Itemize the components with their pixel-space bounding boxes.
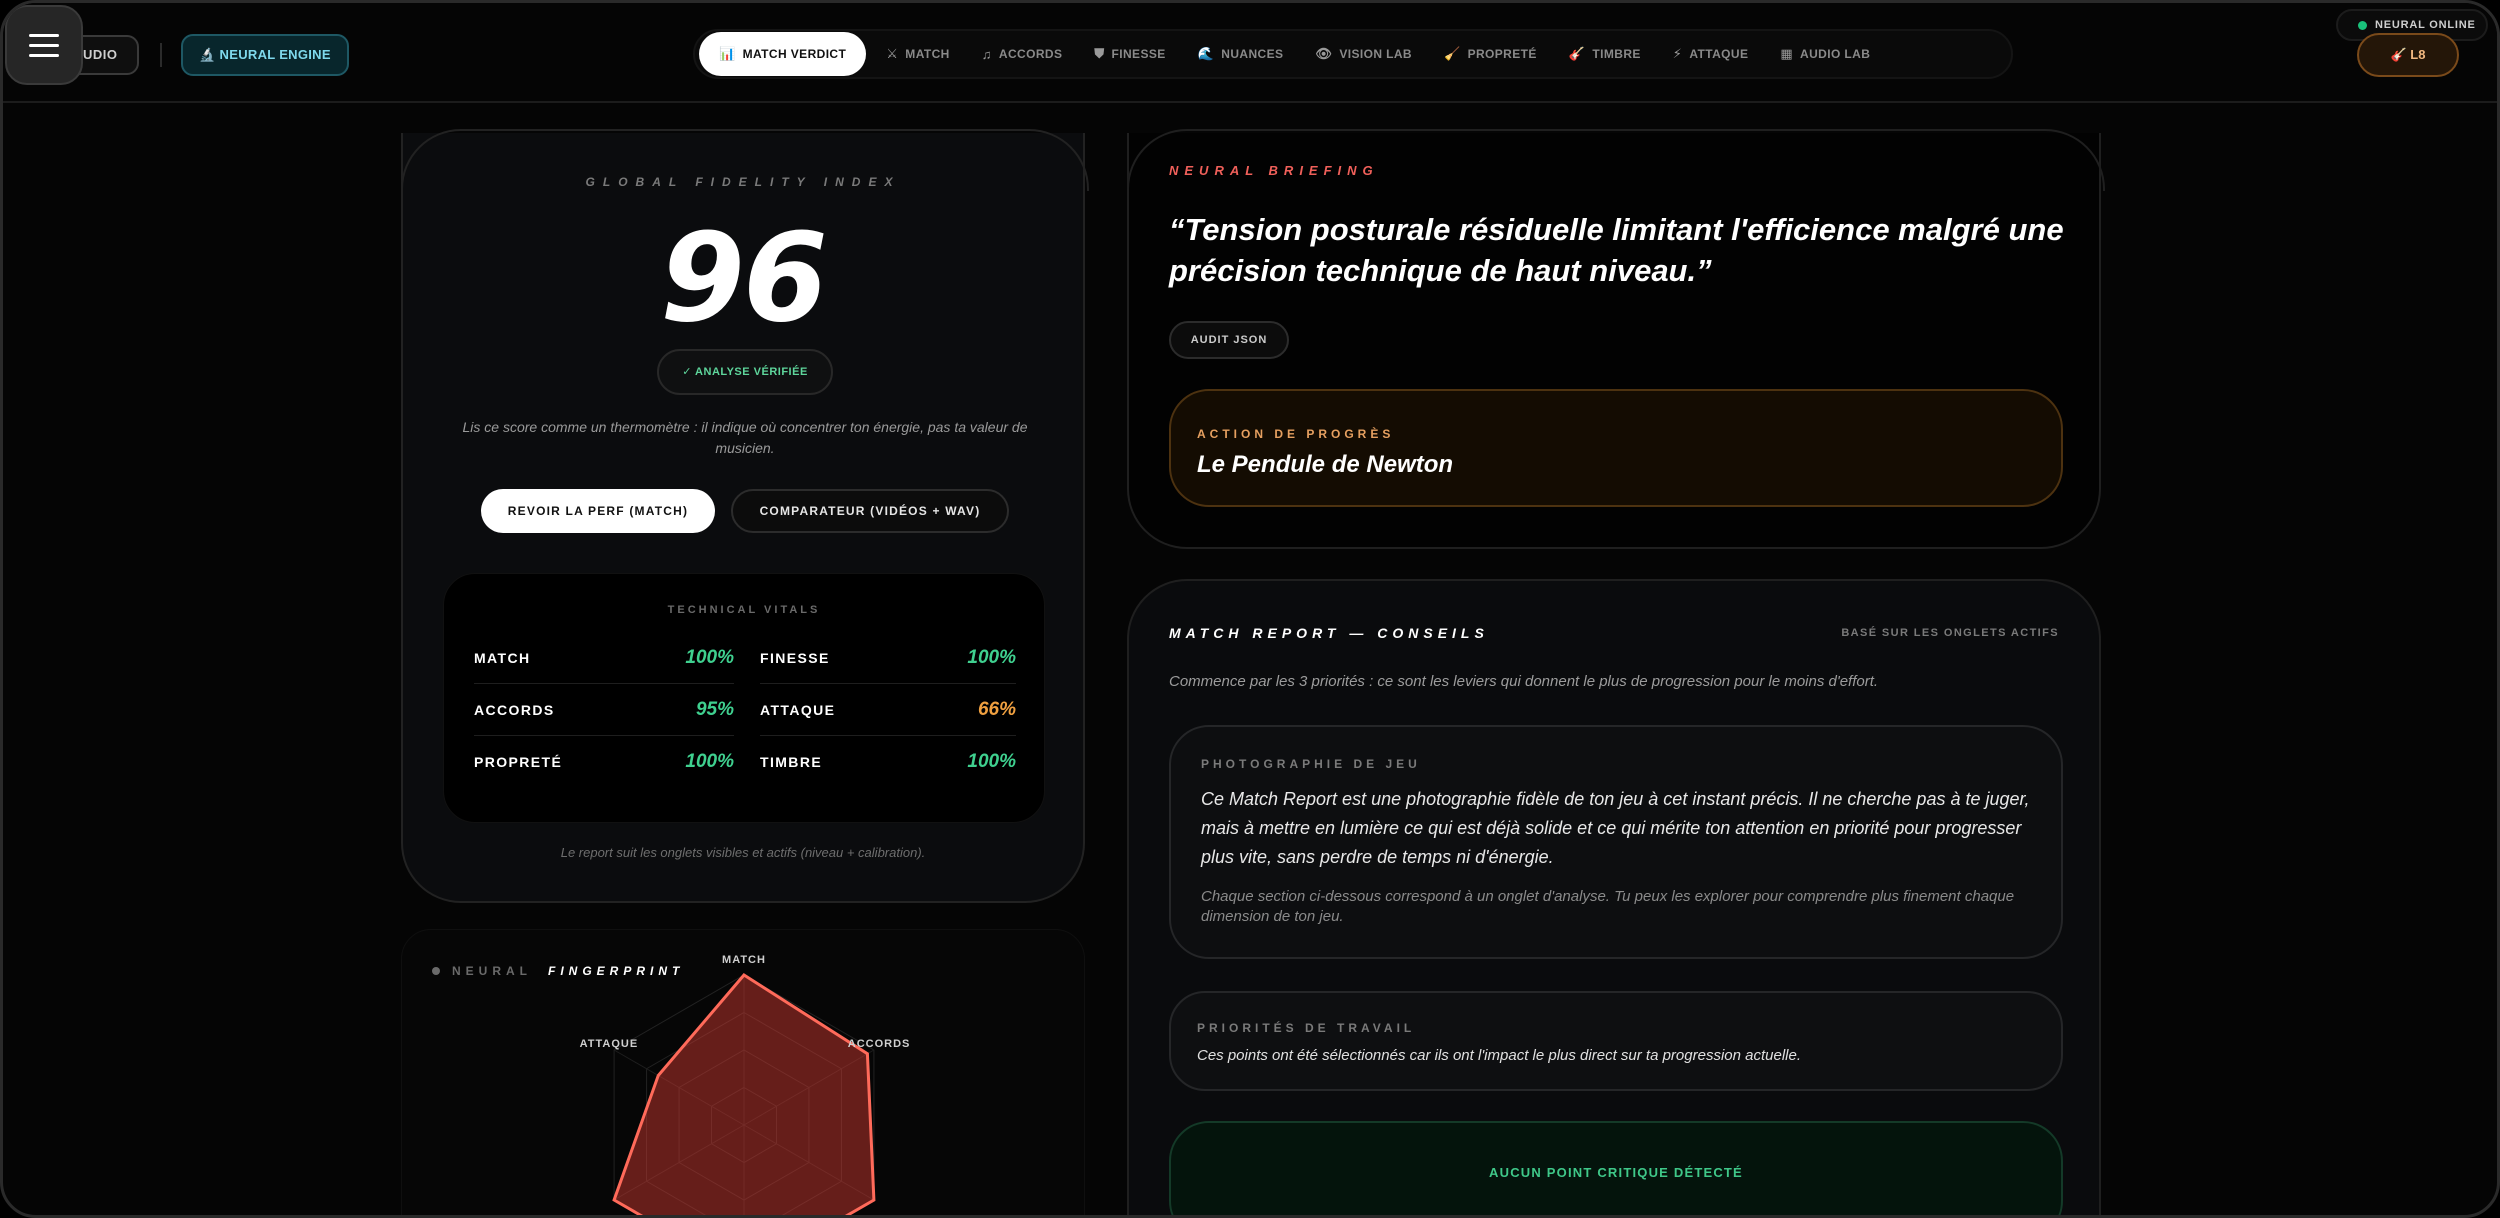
vital-name: TIMBRE bbox=[760, 754, 823, 770]
match-report-card: MATCH REPORT — CONSEILS BASÉ SUR LES ONG… bbox=[1127, 579, 2101, 1215]
tab-accords[interactable]: ♫ ACCORDS bbox=[966, 32, 1079, 76]
no-critical-box: AUCUN POINT CRITIQUE DÉTECTÉ bbox=[1169, 1121, 2063, 1215]
grid-icon: ▦ bbox=[1780, 46, 1794, 61]
broom-icon: 🧹 bbox=[1443, 46, 1461, 61]
neural-engine-button[interactable]: 🔬 NEURAL ENGINE bbox=[181, 34, 349, 76]
hamburger-menu-icon[interactable] bbox=[5, 5, 83, 85]
neural-fingerprint-card: NEURAL FINGERPRINT MATCH ACCORDS ATTAQUE bbox=[401, 929, 1085, 1215]
tab-label: NUANCES bbox=[1221, 47, 1284, 61]
tab-vision-lab[interactable]: 👁 VISION LAB bbox=[1299, 32, 1428, 76]
photo-text: Ce Match Report est une photographie fid… bbox=[1201, 789, 2030, 867]
analysis-tabs: 📊 MATCH VERDICT ⚔ MATCH ♫ ACCORDS ⛊ FINESSE … bbox=[693, 29, 2013, 79]
technical-vitals-panel: TECHNICAL VITALS MATCH 100% FINESSE 100%… bbox=[443, 573, 1045, 823]
tab-timbre[interactable]: 🎸 TIMBRE bbox=[1553, 32, 1657, 76]
level-badge[interactable]: 🎸 L8 bbox=[2357, 33, 2459, 77]
vital-row-accords: ACCORDS 95% bbox=[474, 684, 734, 736]
action-title: Le Pendule de Newton bbox=[1197, 451, 1454, 478]
card-title: GLOBAL FIDELITY INDEX bbox=[585, 175, 901, 189]
eye-icon: 👁 bbox=[1315, 46, 1333, 61]
verified-badge: ✓ ANALYSE VÉRIFIÉE bbox=[657, 349, 833, 395]
vital-name: PROPRETÉ bbox=[474, 754, 563, 770]
briefing-label: NEURAL BRIEFING bbox=[1169, 163, 1379, 178]
vital-row-finesse: FINESSE 100% bbox=[760, 632, 1016, 684]
status-dot-icon bbox=[2358, 20, 2367, 30]
replay-performance-button[interactable]: REVOIR LA PERF (MATCH) bbox=[481, 489, 715, 533]
music-note-icon: ♫ bbox=[981, 46, 992, 62]
swords-icon: ⚔ bbox=[886, 46, 899, 61]
vital-value: 66% bbox=[977, 698, 1016, 720]
guitar-icon: 🎸 bbox=[1568, 46, 1586, 61]
vital-row-attaque: ATTAQUE 66% bbox=[760, 684, 1016, 736]
vital-row-timbre: TIMBRE 100% bbox=[760, 736, 1016, 788]
tab-match-verdict[interactable]: 📊 MATCH VERDICT bbox=[699, 32, 867, 76]
vital-name: ACCORDS bbox=[474, 701, 555, 718]
priorities-text: Ces points ont été sélectionnés car ils … bbox=[1197, 1047, 1801, 1064]
work-priorities-box: PRIORITÉS DE TRAVAIL Ces points ont été … bbox=[1169, 991, 2063, 1091]
radar-chart: MATCH ACCORDS ATTAQUE bbox=[580, 954, 911, 1215]
vitals-title: TECHNICAL VITALS bbox=[667, 604, 821, 616]
wave-icon: 🌊 bbox=[1197, 46, 1215, 61]
tab-label: ACCORDS bbox=[998, 47, 1063, 61]
tab-label: MATCH VERDICT bbox=[742, 47, 847, 61]
global-fidelity-card: GLOBAL FIDELITY INDEX 96 ✓ ANALYSE VÉRIF… bbox=[401, 129, 1089, 903]
briefing-quote: “Tension posturale résiduelle limitant l… bbox=[1169, 212, 2064, 288]
neural-briefing-card: NEURAL BRIEFING “Tension posturale résid… bbox=[1127, 129, 2105, 549]
status-label: NEURAL ONLINE bbox=[2375, 19, 2476, 31]
critical-label: AUCUN POINT CRITIQUE DÉTECTÉ bbox=[1489, 1165, 1743, 1180]
vital-row-match: MATCH 100% bbox=[474, 632, 734, 684]
match-report-intro: Commence par les 3 priorités : ce sont l… bbox=[1169, 673, 1879, 690]
vital-row-proprete: PROPRETÉ 100% bbox=[474, 736, 734, 788]
vital-name: ATTAQUE bbox=[760, 701, 836, 718]
vital-value: 100% bbox=[967, 751, 1016, 772]
vital-value: 100% bbox=[685, 751, 734, 772]
tab-label: PROPRETÉ bbox=[1467, 47, 1537, 61]
lightning-icon: ⚡ bbox=[1672, 46, 1683, 61]
app-frame: UDIO 🔬 NEURAL ENGINE 📊 MATCH VERDICT ⚔ MAT… bbox=[0, 0, 2500, 1218]
score-description: Lis ce score comme un thermomètre : il i… bbox=[462, 419, 1028, 456]
report-footnote: Le report suit les onglets visibles et a… bbox=[560, 845, 926, 860]
action-label: ACTION DE PROGRÈS bbox=[1197, 427, 1395, 441]
radar-label-attaque: ATTAQUE bbox=[580, 1038, 639, 1050]
match-report-subtitle: BASÉ SUR LES ONGLETS ACTIFS bbox=[1841, 627, 2059, 639]
tab-proprete[interactable]: 🧹 PROPRETÉ bbox=[1428, 32, 1553, 76]
priorities-title: PRIORITÉS DE TRAVAIL bbox=[1197, 1021, 1416, 1035]
shield-icon: ⛊ bbox=[1094, 46, 1105, 61]
tab-label: VISION LAB bbox=[1339, 47, 1412, 61]
radar-label-match: MATCH bbox=[722, 954, 766, 966]
photo-title: PHOTOGRAPHIE DE JEU bbox=[1201, 757, 1421, 771]
vital-value: 95% bbox=[695, 698, 734, 720]
vital-name: FINESSE bbox=[760, 649, 830, 666]
audit-json-button[interactable]: AUDIT JSON bbox=[1169, 321, 1289, 359]
tab-match[interactable]: ⚔ MATCH bbox=[870, 32, 966, 76]
comparator-button[interactable]: COMPARATEUR (VIDÉOS + WAV) bbox=[731, 489, 1009, 533]
match-report-title: MATCH REPORT — CONSEILS bbox=[1169, 625, 1489, 641]
progress-action-box[interactable]: ACTION DE PROGRÈS Le Pendule de Newton bbox=[1169, 389, 2063, 507]
vital-value: 100% bbox=[967, 646, 1016, 668]
photo-note: Chaque section ci-dessous correspond à u… bbox=[1201, 888, 2015, 925]
header-divider bbox=[160, 43, 162, 67]
tab-finesse[interactable]: ⛊ FINESSE bbox=[1078, 32, 1181, 76]
tab-label: MATCH bbox=[905, 47, 950, 61]
tab-label: ATTAQUE bbox=[1689, 47, 1749, 61]
tab-attaque[interactable]: ⚡ ATTAQUE bbox=[1657, 32, 1765, 76]
tab-audio-lab[interactable]: ▦ AUDIO LAB bbox=[1764, 32, 1886, 76]
tab-label: TIMBRE bbox=[1592, 47, 1641, 61]
top-bar: UDIO 🔬 NEURAL ENGINE 📊 MATCH VERDICT ⚔ MAT… bbox=[3, 3, 2497, 103]
game-photo-box: PHOTOGRAPHIE DE JEU Ce Match Report est … bbox=[1169, 725, 2063, 959]
vital-value: 100% bbox=[685, 646, 734, 668]
radar-shape bbox=[612, 973, 876, 1215]
vital-name: MATCH bbox=[474, 649, 531, 666]
chart-icon: 📊 bbox=[719, 46, 736, 61]
radar-label-accords: ACCORDS bbox=[848, 1038, 911, 1050]
tab-label: FINESSE bbox=[1111, 47, 1166, 61]
tab-nuances[interactable]: 🌊 NUANCES bbox=[1182, 32, 1300, 76]
global-score: 96 bbox=[660, 207, 828, 349]
tab-label: AUDIO LAB bbox=[1800, 47, 1871, 61]
